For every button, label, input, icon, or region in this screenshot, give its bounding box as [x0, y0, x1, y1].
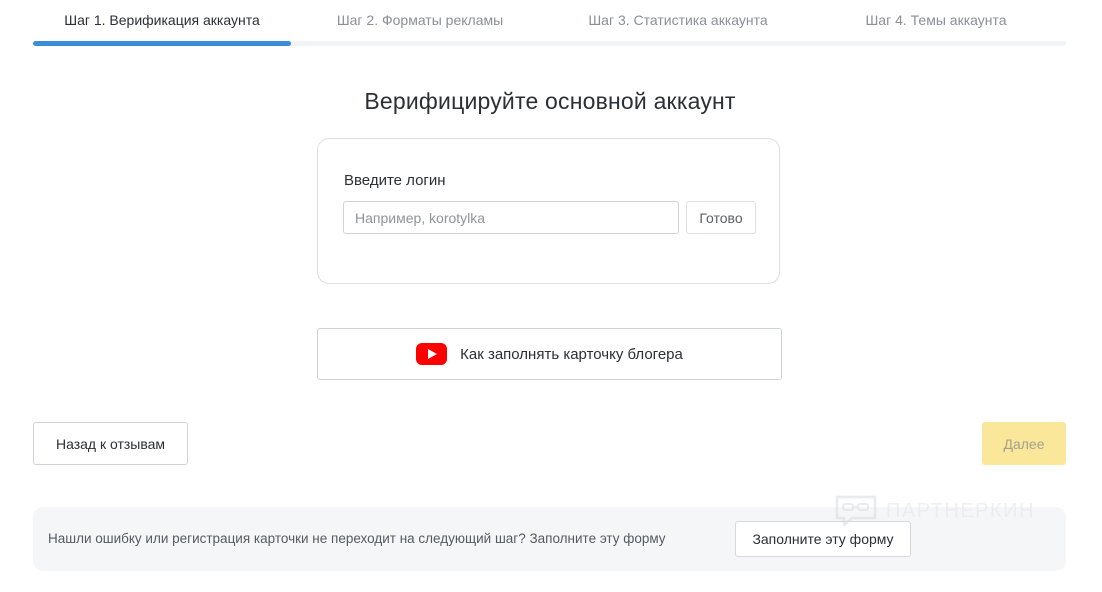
fill-form-button[interactable]: Заполните эту форму: [735, 521, 911, 557]
login-label: Введите логин: [344, 172, 446, 189]
step-tab-account-stats[interactable]: Шаг 3. Статистика аккаунта: [549, 12, 807, 28]
step-tab-account-topics[interactable]: Шаг 4. Темы аккаунта: [807, 12, 1065, 28]
notice-text: Нашли ошибку или регистрация карточки не…: [48, 531, 666, 546]
done-button[interactable]: Готово: [686, 201, 756, 234]
step-tab-ad-formats[interactable]: Шаг 2. Форматы рекламы: [291, 12, 549, 28]
login-input[interactable]: [343, 201, 679, 234]
login-card: Введите логин Готово: [317, 138, 780, 284]
error-report-notice: Нашли ошибку или регистрация карточки не…: [33, 507, 1066, 571]
next-button[interactable]: Далее: [982, 422, 1066, 465]
video-guide-button[interactable]: Как заполнять карточку блогера: [317, 328, 782, 380]
progress-fill: [33, 41, 292, 46]
youtube-icon: [416, 343, 448, 365]
page-title: Верифицируйте основной аккаунт: [364, 88, 736, 114]
back-to-reviews-button[interactable]: Назад к отзывам: [33, 422, 188, 465]
step-progress: Шаг 1. Верификация аккаунта Шаг 2. Форма…: [33, 0, 1066, 48]
step-tab-verification[interactable]: Шаг 1. Верификация аккаунта: [33, 12, 291, 28]
video-guide-label: Как заполнять карточку блогера: [460, 345, 683, 363]
